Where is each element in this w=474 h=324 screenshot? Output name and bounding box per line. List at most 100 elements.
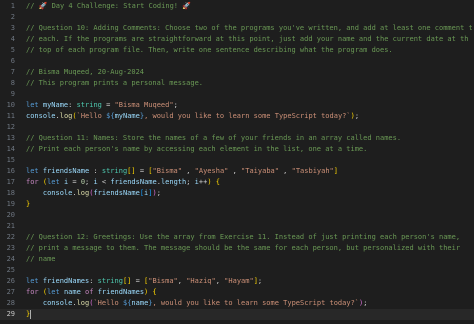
line-number: 7 <box>10 68 15 76</box>
line-number: 4 <box>10 35 15 43</box>
line-number: 26 <box>6 277 15 285</box>
code-line[interactable]: 17 for (let i = 0; i < friendsName.length… <box>0 177 474 188</box>
code-line[interactable]: 10 let myName: string = "Bisma Muqeed"; <box>0 100 474 111</box>
code-token: } <box>26 200 31 208</box>
code-line[interactable]: 6 <box>0 56 474 67</box>
code-token: , would you like to learn some TypeScrip… <box>144 112 351 120</box>
code-token: string <box>101 167 128 175</box>
code-line[interactable]: 5 // top of each program file. Then, writ… <box>0 45 474 56</box>
code-text: let friendNames: string[] = ["Bisma", "H… <box>26 276 262 287</box>
code-token: ; <box>363 299 368 307</box>
code-token: console <box>26 112 56 120</box>
code-line[interactable]: 3 // Question 10: Adding Comments: Choose… <box>0 23 474 34</box>
code-line[interactable]: 12 <box>0 122 474 133</box>
line-number: 3 <box>10 24 15 32</box>
code-token: let <box>47 178 64 186</box>
code-line[interactable]: 14 // Print each person's name by accessi… <box>0 144 474 155</box>
code-token: , would you like to learn some TypeScrip… <box>152 299 360 307</box>
code-line[interactable]: 4 // each. If the programs are straightfo… <box>0 34 474 45</box>
line-number: 22 <box>6 233 15 241</box>
line-number: 24 <box>6 255 15 263</box>
code-token: string <box>97 277 123 285</box>
code-line[interactable]: 13 // Question 11: Names: Store the names… <box>0 133 474 144</box>
code-token: myName <box>42 101 69 109</box>
code-text: console.log(friendsName[i]); <box>26 188 161 199</box>
code-token: "Tasbiyah" <box>291 167 334 175</box>
code-text: // print a message to them. The message … <box>26 243 460 254</box>
line-number: 25 <box>6 266 15 274</box>
code-token: let <box>26 277 43 285</box>
code-text: console.log(`Hello ${myName}, would you … <box>26 111 359 122</box>
code-text: for (let name of friendNames) { <box>26 287 157 298</box>
code-token: : <box>89 277 98 285</box>
code-line[interactable]: 1 // 🚀 Day 4 Challenge: Start Coding! 🚀 <box>0 1 474 12</box>
line-number: 27 <box>6 288 15 296</box>
code-text: // Question 12: Greetings: Use the array… <box>26 232 460 243</box>
code-token: ] <box>333 167 338 175</box>
code-token: = <box>135 167 149 175</box>
code-line[interactable]: 16 let friendsName : string[] = ["Bisma" … <box>0 166 474 177</box>
code-line[interactable]: 23 // print a message to them. The messag… <box>0 243 474 254</box>
code-text: // Question 10: Adding Comments: Choose … <box>26 23 473 34</box>
code-text: // This program prints a personal messag… <box>26 78 203 89</box>
code-line[interactable]: 15 <box>0 155 474 166</box>
code-line[interactable]: 11 console.log(`Hello ${myName}, would yo… <box>0 111 474 122</box>
code-token: string <box>76 101 102 109</box>
code-token: friendNames <box>42 277 90 285</box>
code-line[interactable]: 2 <box>0 12 474 23</box>
code-line[interactable]: 8 // This program prints a personal messa… <box>0 78 474 89</box>
code-token: `Hello <box>93 299 123 307</box>
code-line[interactable]: 21 <box>0 221 474 232</box>
code-line[interactable]: 25 <box>0 265 474 276</box>
line-number: 15 <box>6 156 15 164</box>
code-token: "Haziq" <box>186 277 216 285</box>
code-line[interactable]: 9 <box>0 89 474 100</box>
code-token: ; <box>173 101 178 109</box>
code-line[interactable]: 20 <box>0 210 474 221</box>
code-line[interactable]: 18 console.log(friendsName[i]); <box>0 188 474 199</box>
text-cursor <box>30 309 32 319</box>
code-line[interactable]: 7 // Bisma Muqeed, 20-Aug-2024 <box>0 67 474 78</box>
line-number: 2 <box>10 13 15 21</box>
line-number: 10 <box>6 101 15 109</box>
code-line[interactable]: 27 for (let name of friendNames) { <box>0 287 474 298</box>
line-number: 14 <box>6 145 15 153</box>
line-number: 6 <box>10 57 15 65</box>
code-token: myName <box>114 112 140 120</box>
code-editor[interactable]: 1// 🚀 Day 4 Challenge: Start Coding! 🚀 2 3… <box>0 0 474 324</box>
code-token: let <box>47 288 64 296</box>
code-token: name <box>63 288 81 296</box>
code-token: "Bisma" <box>152 167 182 175</box>
code-token: [] <box>127 167 136 175</box>
code-token: `Hello <box>76 112 107 120</box>
code-line[interactable]: 26 let friendNames: string[] = ["Bisma", … <box>0 276 474 287</box>
code-text: // Print each person's name by accessing… <box>26 144 367 155</box>
code-text: // Question 11: Names: Store the names o… <box>26 133 401 144</box>
code-token: , <box>228 167 242 175</box>
code-token: console <box>42 299 73 307</box>
line-number: 17 <box>6 178 15 186</box>
code-text: // top of each program file. Then, write… <box>26 45 393 56</box>
code-line[interactable]: 19} <box>0 199 474 210</box>
code-line[interactable]: 29} <box>0 309 474 320</box>
code-text: let friendsName : string[] = ["Bisma" , … <box>26 166 338 177</box>
code-line[interactable]: 22 // Question 12: Greetings: Use the arr… <box>0 232 474 243</box>
code-line[interactable]: 28 console.log(`Hello ${name}, would you… <box>0 298 474 309</box>
code-text: console.log(`Hello ${name}, would you li… <box>26 298 368 309</box>
code-text: // 🚀 Day 4 Challenge: Start Coding! 🚀 <box>26 1 191 12</box>
code-token: "Hayam" <box>224 277 254 285</box>
code-token: for <box>26 178 39 186</box>
code-token: , <box>278 167 292 175</box>
code-token: log <box>76 189 90 197</box>
code-token: // Question 10: Adding Comments: Choose … <box>26 24 473 32</box>
code-token: ${ <box>106 112 115 120</box>
code-token: console <box>42 189 73 197</box>
code-token: = <box>68 178 81 186</box>
code-token: // Print each person's name by accessing… <box>26 145 368 153</box>
code-text: // Bisma Muqeed, 20-Aug-2024 <box>26 67 144 78</box>
code-line[interactable]: 24 // name <box>0 254 474 265</box>
line-number: 12 <box>6 123 15 131</box>
line-number: 20 <box>6 211 15 219</box>
